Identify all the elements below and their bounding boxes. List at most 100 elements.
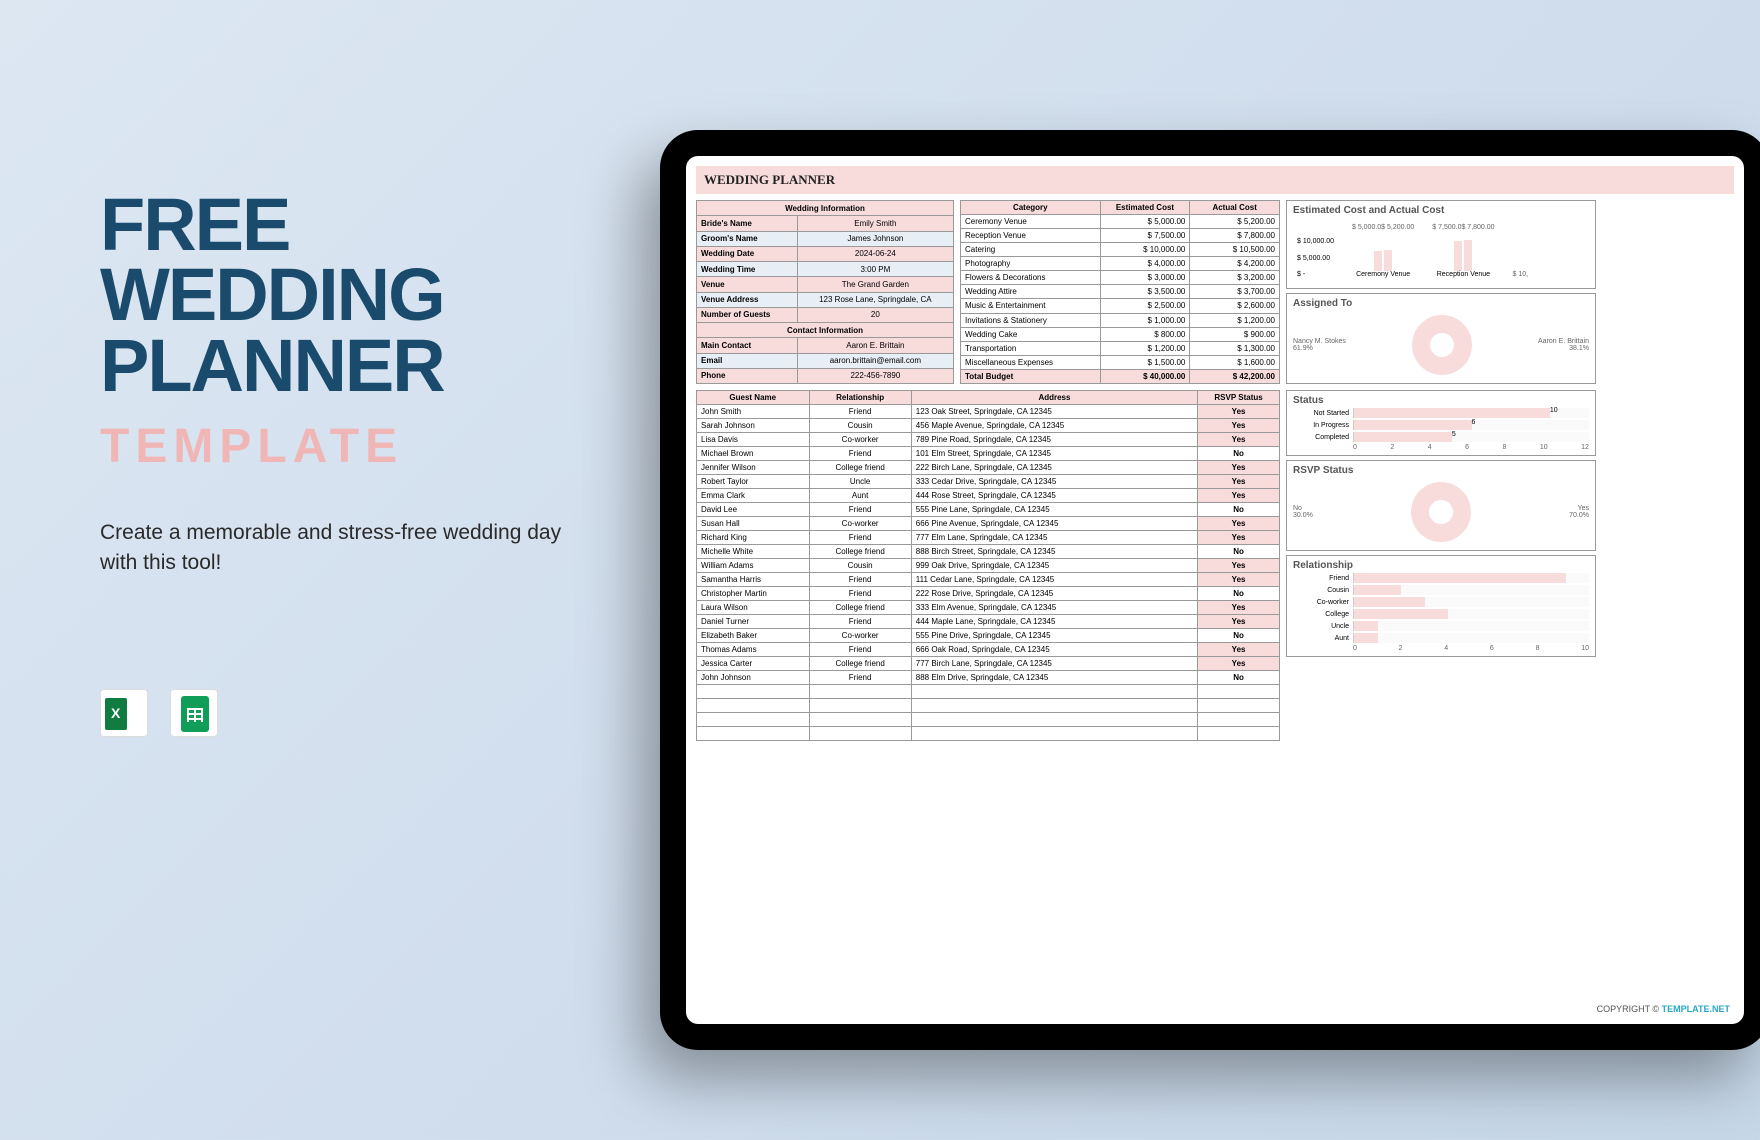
budget-cat: Ceremony Venue <box>961 215 1101 229</box>
budget-est: $ 10,000.00 <box>1100 243 1190 257</box>
guest-addr: 456 Maple Avenue, Springdale, CA 12345 <box>911 419 1197 433</box>
chart-relationship: Relationship FriendCousinCo-workerColleg… <box>1286 555 1596 657</box>
promo-title-sub: TEMPLATE <box>100 419 600 474</box>
budget-cat: Flowers & Decorations <box>961 271 1101 285</box>
budget-est: $ 7,500.00 <box>1100 229 1190 243</box>
excel-icon <box>100 689 148 737</box>
budget-h2: Actual Cost <box>1190 201 1280 215</box>
guest-rel: Friend <box>809 671 911 685</box>
budget-est: $ 4,000.00 <box>1100 257 1190 271</box>
budget-cat: Catering <box>961 243 1101 257</box>
budget-est: $ 1,500.00 <box>1100 355 1190 369</box>
chart-status: Status Not Started10In Progress6Complete… <box>1286 390 1596 456</box>
guest-addr: 333 Cedar Drive, Springdale, CA 12345 <box>911 475 1197 489</box>
budget-table: Category Estimated Cost Actual Cost Cere… <box>960 200 1280 384</box>
guest-rel: Co-worker <box>809 517 911 531</box>
guest-addr: 555 Pine Lane, Springdale, CA 12345 <box>911 503 1197 517</box>
info-key: Wedding Date <box>697 246 798 261</box>
budget-est: $ 3,500.00 <box>1100 285 1190 299</box>
guest-rel: Friend <box>809 643 911 657</box>
budget-est: $ 3,000.00 <box>1100 271 1190 285</box>
guest-name: Lisa Davis <box>697 433 810 447</box>
guest-rel: Friend <box>809 447 911 461</box>
guest-table: Guest Name Relationship Address RSVP Sta… <box>696 390 1280 741</box>
donut-icon <box>1411 482 1471 542</box>
contact-val: aaron.brittain@email.com <box>797 353 953 368</box>
budget-act: $ 3,200.00 <box>1190 271 1280 285</box>
guest-rel: College friend <box>809 601 911 615</box>
guest-name: Susan Hall <box>697 517 810 531</box>
guest-rsvp: Yes <box>1198 461 1280 475</box>
wedding-info-table: Wedding Information Bride's NameEmily Sm… <box>696 200 954 384</box>
guest-addr: 555 Pine Drive, Springdale, CA 12345 <box>911 629 1197 643</box>
guest-name: Daniel Turner <box>697 615 810 629</box>
guest-addr: 444 Rose Street, Springdale, CA 12345 <box>911 489 1197 503</box>
guest-rsvp: Yes <box>1198 643 1280 657</box>
guest-rsvp: Yes <box>1198 489 1280 503</box>
budget-est: $ 5,000.00 <box>1100 215 1190 229</box>
guest-addr: 666 Pine Avenue, Springdale, CA 12345 <box>911 517 1197 531</box>
guest-name: William Adams <box>697 559 810 573</box>
guest-rel: Friend <box>809 531 911 545</box>
guest-rel: College friend <box>809 545 911 559</box>
tablet-frame: WEDDING PLANNER Wedding Information Brid… <box>660 130 1760 1050</box>
contact-key: Phone <box>697 368 798 383</box>
donut-icon <box>1412 315 1472 375</box>
guest-addr: 888 Elm Drive, Springdale, CA 12345 <box>911 671 1197 685</box>
promo-tagline: Create a memorable and stress-free weddi… <box>100 518 600 579</box>
info-key: Venue Address <box>697 292 798 307</box>
guest-name: Michelle White <box>697 545 810 559</box>
guest-addr: 123 Oak Street, Springdale, CA 12345 <box>911 405 1197 419</box>
budget-cat: Wedding Cake <box>961 327 1101 341</box>
tablet-screen: WEDDING PLANNER Wedding Information Brid… <box>686 156 1744 1024</box>
guest-rel: Cousin <box>809 559 911 573</box>
budget-act: $ 10,500.00 <box>1190 243 1280 257</box>
guest-name: John Johnson <box>697 671 810 685</box>
guest-name: Christopher Martin <box>697 587 810 601</box>
budget-act: $ 4,200.00 <box>1190 257 1280 271</box>
guest-addr: 777 Birch Lane, Springdale, CA 12345 <box>911 657 1197 671</box>
budget-act: $ 1,300.00 <box>1190 341 1280 355</box>
guest-rsvp: Yes <box>1198 419 1280 433</box>
guest-addr: 101 Elm Street, Springdale, CA 12345 <box>911 447 1197 461</box>
budget-cat: Miscellaneous Expenses <box>961 355 1101 369</box>
guest-addr: 999 Oak Drive, Springdale, CA 12345 <box>911 559 1197 573</box>
guest-rel: College friend <box>809 461 911 475</box>
budget-cat: Reception Venue <box>961 229 1101 243</box>
guest-rel: Cousin <box>809 419 911 433</box>
guest-name: Jessica Carter <box>697 657 810 671</box>
guest-name: Laura Wilson <box>697 601 810 615</box>
guest-addr: 222 Birch Lane, Springdale, CA 12345 <box>911 461 1197 475</box>
contact-header: Contact Information <box>697 323 954 338</box>
guest-rsvp: Yes <box>1198 601 1280 615</box>
guest-rel: Aunt <box>809 489 911 503</box>
budget-act: $ 5,200.00 <box>1190 215 1280 229</box>
guest-name: Richard King <box>697 531 810 545</box>
format-icons <box>100 689 600 737</box>
budget-h1: Estimated Cost <box>1100 201 1190 215</box>
contact-key: Email <box>697 353 798 368</box>
guest-rsvp: Yes <box>1198 517 1280 531</box>
chart-rsvp: RSVP Status No30.0% Yes70.0% <box>1286 460 1596 551</box>
guest-name: Sarah Johnson <box>697 419 810 433</box>
budget-h0: Category <box>961 201 1101 215</box>
promo-title-line2: WEDDING <box>100 260 600 330</box>
guest-rsvp: Yes <box>1198 531 1280 545</box>
budget-cat: Transportation <box>961 341 1101 355</box>
guest-rsvp: Yes <box>1198 615 1280 629</box>
budget-est: $ 1,000.00 <box>1100 313 1190 327</box>
guest-name: Samantha Harris <box>697 573 810 587</box>
guest-name: Emma Clark <box>697 489 810 503</box>
guest-rsvp: Yes <box>1198 433 1280 447</box>
guest-rsvp: No <box>1198 545 1280 559</box>
info-val: 20 <box>797 307 953 322</box>
guest-rel: Co-worker <box>809 433 911 447</box>
guest-addr: 444 Maple Lane, Springdale, CA 12345 <box>911 615 1197 629</box>
info-key: Groom's Name <box>697 231 798 246</box>
budget-act: $ 1,600.00 <box>1190 355 1280 369</box>
budget-est: $ 1,200.00 <box>1100 341 1190 355</box>
budget-act: $ 3,700.00 <box>1190 285 1280 299</box>
budget-total-label: Total Budget <box>961 369 1101 383</box>
chart-assigned: Assigned To Nancy M. Stokes61.9% Aaron E… <box>1286 293 1596 384</box>
guest-name: Robert Taylor <box>697 475 810 489</box>
